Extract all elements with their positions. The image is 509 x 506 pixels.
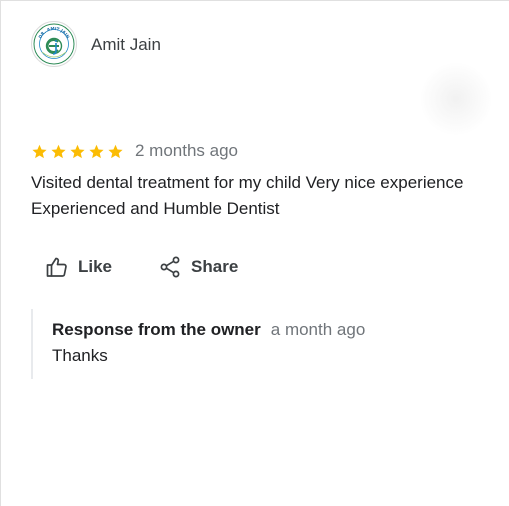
avatar[interactable]: DR. AMIT JAIN (31, 21, 77, 67)
background-decoration (421, 63, 491, 135)
star-icon (89, 144, 104, 158)
share-icon (160, 256, 180, 278)
star-icon (108, 144, 123, 158)
owner-response: Response from the owner a month ago Than… (31, 309, 491, 379)
share-button[interactable]: Share (158, 255, 238, 279)
review-card: DR. AMIT JAIN Amit Jain 2 months ago Vis… (0, 0, 509, 506)
review-actions: Like Share (45, 255, 238, 279)
star-icon (32, 144, 47, 158)
owner-response-header: Response from the owner a month ago (52, 320, 491, 342)
review-text: Visited dental treatment for my child Ve… (31, 173, 464, 218)
clinic-logo-icon: DR. AMIT JAIN (33, 23, 75, 65)
star-icon (70, 144, 85, 158)
star-rating (31, 143, 124, 160)
owner-response-time: a month ago (270, 320, 366, 339)
thumbs-up-icon (46, 257, 67, 277)
star-icon (51, 144, 66, 158)
owner-response-text: Thanks (52, 346, 108, 365)
like-button[interactable]: Like (45, 255, 112, 279)
share-label: Share (191, 257, 239, 276)
like-label: Like (78, 257, 113, 276)
rating-row: 2 months ago (31, 140, 238, 162)
author-name[interactable]: Amit Jain (91, 35, 161, 55)
owner-response-title: Response from the owner (52, 320, 261, 339)
review-time: 2 months ago (135, 141, 239, 160)
